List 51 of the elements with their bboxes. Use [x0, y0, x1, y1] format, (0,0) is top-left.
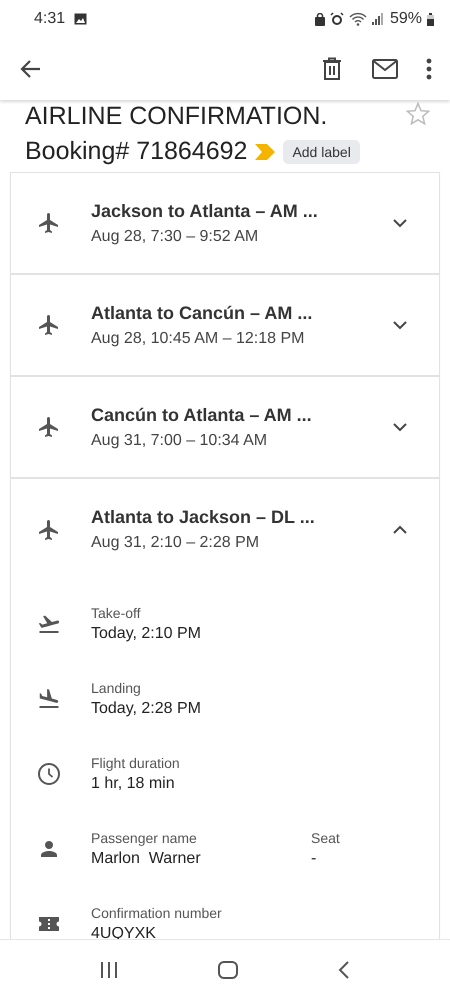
detail-label: Flight duration: [91, 754, 181, 770]
battery-icon: [427, 12, 434, 26]
rounded-square-icon: [217, 960, 239, 980]
chevron-icon: [393, 525, 407, 534]
airplane-icon: [37, 211, 61, 235]
back-arrow-icon: [20, 58, 42, 80]
detail-label: Landing: [91, 680, 142, 696]
image-icon: [74, 13, 88, 25]
star-button[interactable]: [406, 102, 430, 128]
detail-label: Passenger name: [91, 830, 198, 846]
star-icon: [406, 102, 430, 125]
importance-marker-icon: [255, 144, 276, 160]
email-subject: AIRLINE CONFIRMATION.: [25, 102, 328, 131]
detail-value: Today, 2:28 PM: [91, 700, 202, 718]
flight-route: Atlanta to Jackson – DL ...: [91, 507, 316, 528]
detail-value: 1 hr, 18 min: [91, 774, 176, 792]
landing-icon: [37, 686, 61, 710]
three-bars-icon: [99, 961, 119, 979]
flight-times: Aug 28, 10:45 AM – 12:18 PM: [91, 330, 306, 348]
chevron-icon: [393, 218, 407, 228]
status-time: 4:31: [34, 10, 66, 28]
detail-value: 4UQYXK: [91, 924, 157, 942]
detail-value: Today, 2:10 PM: [91, 624, 202, 642]
airplane-icon: [37, 415, 61, 439]
chevron-icon: [393, 422, 407, 432]
detail-label: Confirmation number: [91, 904, 223, 920]
booking-number: Booking# 71864692: [25, 137, 248, 166]
flight-route: Atlanta to Cancún – AM ...: [91, 302, 314, 324]
more-options-icon: [426, 58, 432, 80]
trash-icon: [322, 57, 342, 81]
flight-times: Aug 31, 2:10 – 2:28 PM: [91, 534, 260, 552]
wifi-icon: [348, 12, 367, 26]
airplane-icon: [37, 313, 61, 337]
flight-times: Aug 28, 7:30 – 9:52 AM: [91, 228, 260, 246]
flight-route: Jackson to Atlanta – AM ...: [91, 200, 319, 222]
add-label-button[interactable]: Add label: [283, 140, 360, 164]
back-chevron-icon: [337, 960, 351, 980]
chevron-icon: [393, 320, 407, 330]
airplane-icon: [37, 518, 61, 542]
lock-icon: [314, 12, 325, 26]
signal-icon: [372, 13, 383, 25]
detail-value: Marlon Warner: [91, 850, 202, 868]
detail-label: Take-off: [91, 604, 142, 620]
detail-value: -: [311, 850, 318, 868]
alarm-icon: [330, 12, 344, 26]
mail-icon: [372, 59, 398, 79]
flight-times: Aug 31, 7:00 – 10:34 AM: [91, 432, 268, 450]
battery-percent: 59%: [390, 10, 422, 28]
detail-label: Seat: [311, 830, 340, 846]
clock-icon: [37, 762, 61, 786]
flight-route: Cancún to Atlanta – AM ...: [91, 404, 313, 426]
